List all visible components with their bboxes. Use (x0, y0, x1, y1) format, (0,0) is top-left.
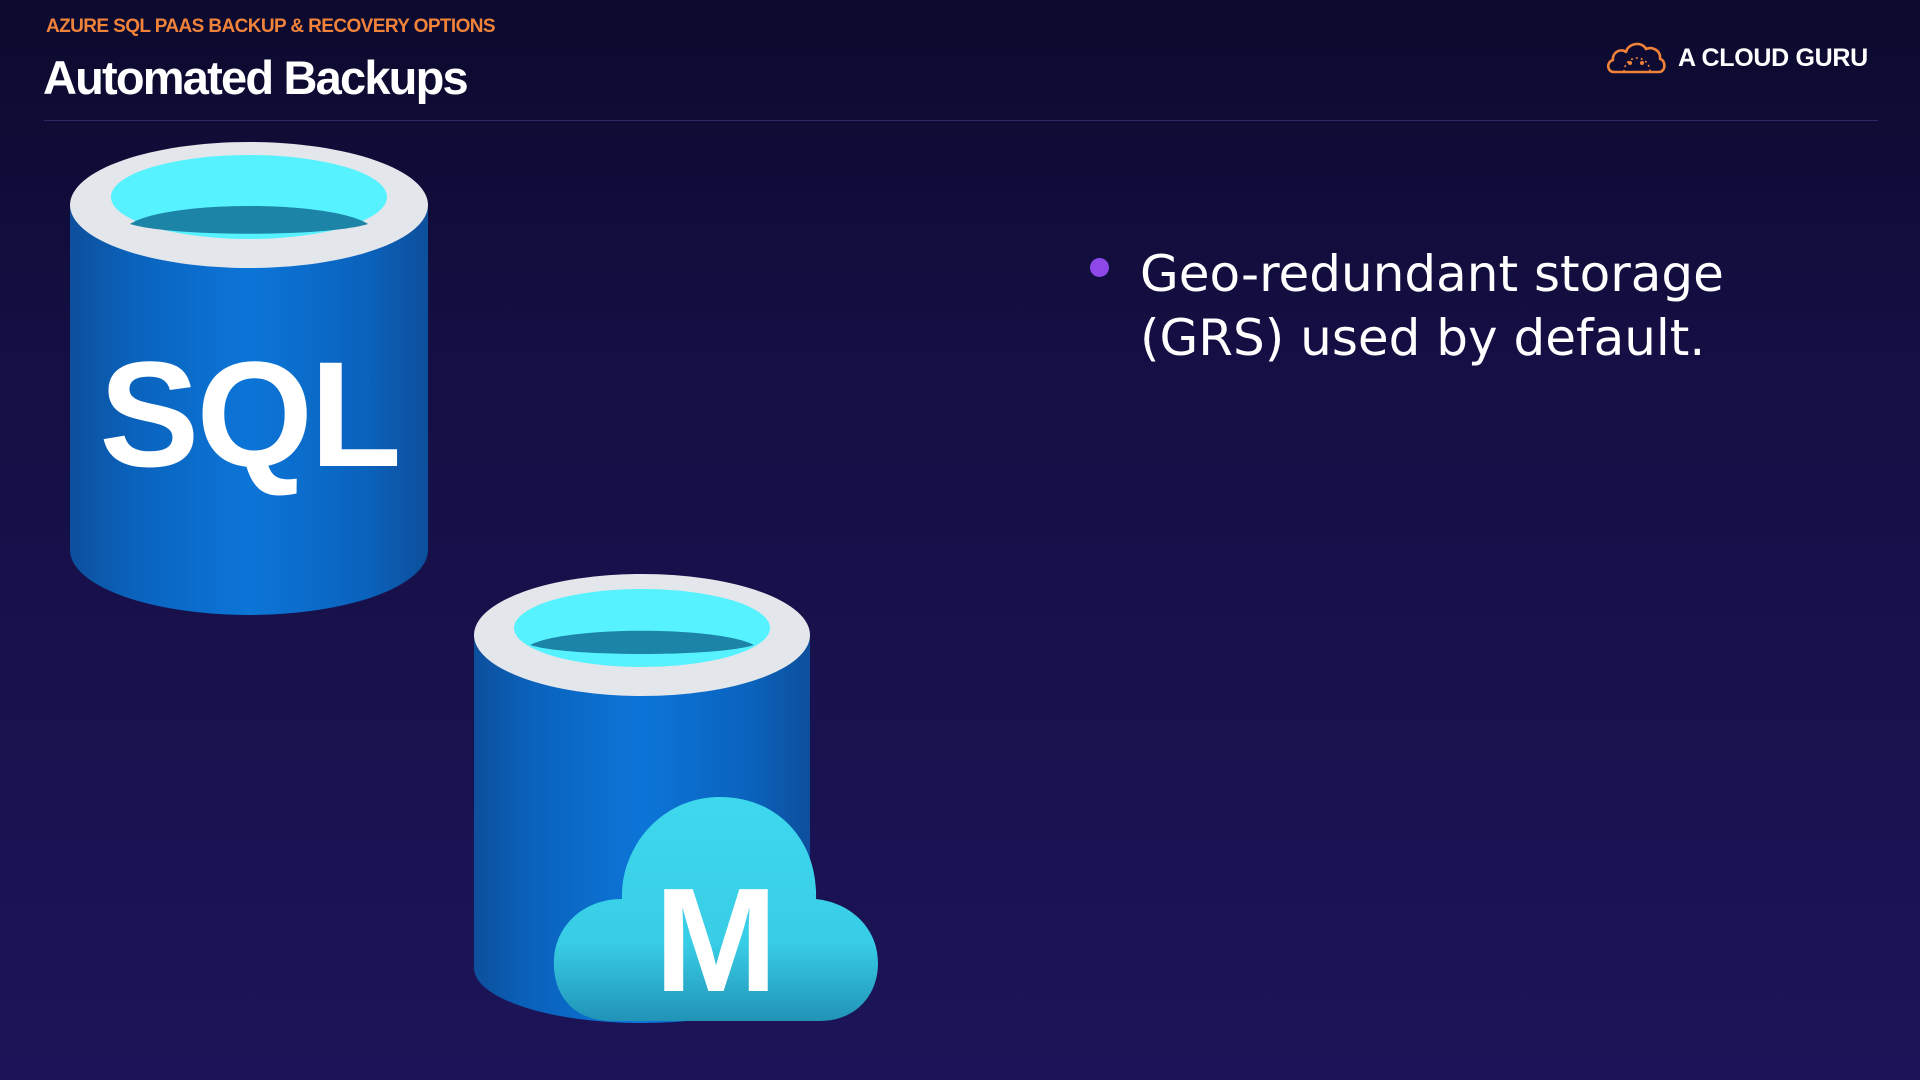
bullet-text: Geo-redundant storage (GRS) used by defa… (1140, 245, 1724, 367)
bullet-icon (1090, 258, 1109, 277)
sql-icon-label: SQL (99, 330, 398, 498)
brand-name: A CLOUD GURU (1678, 43, 1868, 72)
bullet-list: Geo-redundant storage (GRS) used by defa… (1090, 242, 1850, 370)
list-item: Geo-redundant storage (GRS) used by defa… (1090, 242, 1850, 370)
brand-logo: A CLOUD GURU (1604, 36, 1868, 80)
sql-database-icon: SQL (70, 142, 428, 615)
page-title: Automated Backups (43, 51, 469, 104)
header-divider (44, 120, 1878, 121)
managed-instance-icon-label: M (654, 858, 777, 1023)
section-eyebrow: AZURE SQL PAAS BACKUP & RECOVERY OPTIONS (46, 16, 496, 37)
sql-managed-instance-icon: M (474, 574, 878, 1023)
cloud-logo-icon (1606, 42, 1666, 74)
